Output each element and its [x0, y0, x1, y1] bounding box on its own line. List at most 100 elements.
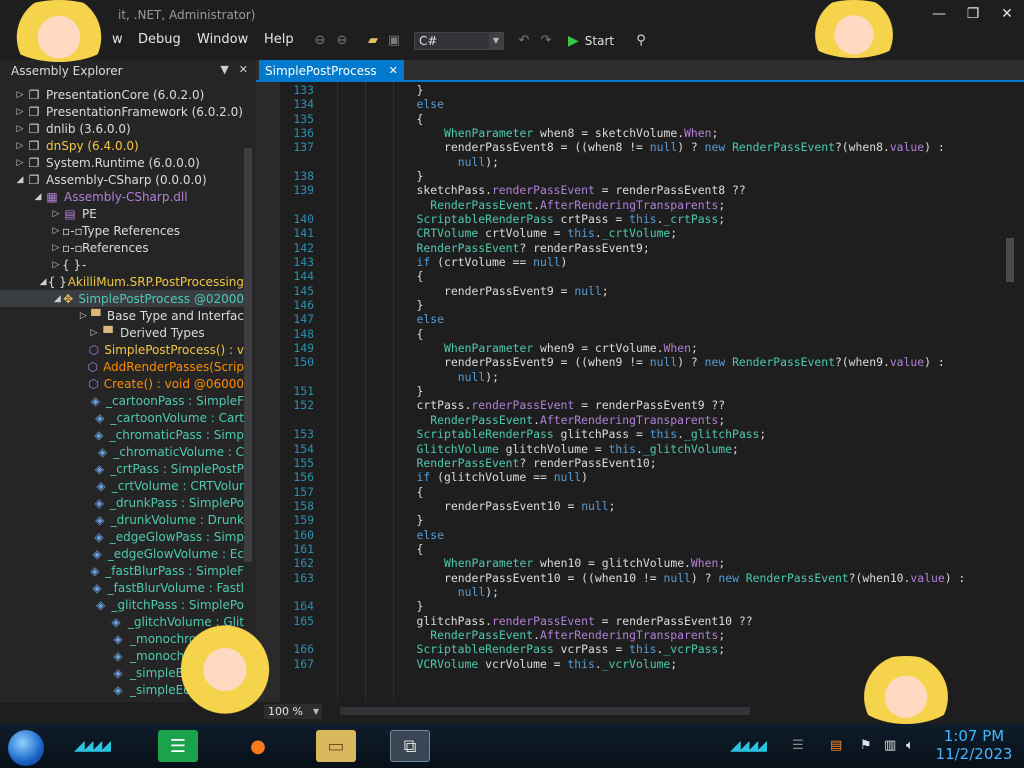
collapse-arrow-icon[interactable]: ◢	[32, 192, 44, 202]
firefox-icon[interactable]: ●	[238, 730, 278, 762]
tree-item[interactable]: ◢ ✥ SimplePostProcess @02000	[0, 290, 244, 307]
assembly-explorer-title: Assembly Explorer	[11, 64, 123, 78]
tree-item[interactable]: ▷ ▫-▫ Type References	[0, 222, 244, 239]
expand-arrow-icon[interactable]: ▷	[14, 141, 26, 151]
editor-horizontal-scrollbar[interactable]	[340, 707, 750, 715]
field-icon: ◈	[113, 682, 123, 697]
tree-item[interactable]: ▷ ▀ Base Type and Interfac	[0, 307, 244, 324]
tree-item[interactable]: ▷ ▀ Derived Types	[0, 324, 244, 341]
tree-item[interactable]: ◈ _edgeGlowVolume : Ec	[0, 545, 244, 562]
taskbar-clock[interactable]: 1:07 PM 11/2/2023	[930, 727, 1018, 763]
tab-close-icon[interactable]: ✕	[389, 60, 398, 82]
dnspy-taskbar-icon[interactable]: ⧉	[390, 730, 430, 762]
expand-arrow-icon[interactable]: ▷	[14, 90, 26, 100]
indent-guide	[365, 82, 366, 702]
tree-item-label: _cartoonPass : SimpleF	[106, 393, 244, 408]
tree-item[interactable]: ◈ _fastBlurVolume : Fastl	[0, 579, 244, 596]
zoom-select[interactable]: 100 % ▼	[264, 704, 322, 719]
dnspy-window: it, .NET, Administrator) — ❐ ✕ w Debug W…	[0, 0, 1024, 768]
tree-item[interactable]: ▷ ▤ PE	[0, 205, 244, 222]
show-hidden-icons-icon[interactable]: ☰	[792, 738, 804, 753]
field-icon: ◈	[94, 495, 104, 510]
tree-item[interactable]: ◈ _cartoonPass : SimpleF	[0, 392, 244, 409]
tree-item[interactable]: ▷ ❐ PresentationCore (6.0.2.0)	[0, 86, 244, 103]
line-number: 150	[293, 355, 314, 370]
expand-arrow-icon[interactable]: ▷	[50, 209, 62, 219]
network-icon[interactable]: ▥	[884, 738, 896, 753]
tab-simplepostprocess[interactable]: SimplePostProcess ✕	[259, 60, 404, 82]
tree-item-label: -	[82, 257, 87, 272]
collapse-arrow-icon[interactable]: ◢	[38, 277, 47, 287]
tree-item[interactable]: ◈ _drunkPass : SimplePo	[0, 494, 244, 511]
tree-item[interactable]: ⬡ AddRenderPasses(Scrip	[0, 358, 244, 375]
open-folder-icon[interactable]: ▰	[364, 33, 382, 49]
code-text: {	[416, 326, 424, 341]
tray-app-icon[interactable]: ▤	[830, 738, 842, 753]
indent-guide	[337, 82, 338, 702]
tree-item[interactable]: ◈ _chromaticVolume : C	[0, 443, 244, 460]
collapse-arrow-icon[interactable]: ◢	[53, 294, 62, 304]
expand-arrow-icon[interactable]: ▷	[14, 158, 26, 168]
tree-item[interactable]: ⬡ SimplePostProcess() : v	[0, 341, 244, 358]
nav-back-icon[interactable]: ⊖	[311, 33, 329, 49]
tree-item[interactable]: ◢ ❐ Assembly-CSharp (0.0.0.0)	[0, 171, 244, 188]
expand-arrow-icon[interactable]: ▷	[50, 260, 62, 270]
tree-item-label: Base Type and Interfac	[106, 308, 244, 323]
field-icon: ◈	[94, 427, 104, 442]
tree-item[interactable]: ▷ ❐ dnSpy (6.4.0.0)	[0, 137, 244, 154]
character-sticker-image	[800, 0, 908, 58]
character-sticker-image	[850, 656, 962, 724]
tree-item[interactable]: ◈ _crtPass : SimplePostP	[0, 460, 244, 477]
nav-forward-icon[interactable]: ⊖	[333, 33, 351, 49]
expand-arrow-icon[interactable]: ▷	[14, 107, 26, 117]
tree-item[interactable]: ◈ _fastBlurPass : SimpleF	[0, 562, 244, 579]
tree-item[interactable]: ◈ _crtVolume : CRTVolur	[0, 477, 244, 494]
expand-arrow-icon[interactable]: ▷	[78, 311, 89, 321]
menu-window[interactable]: Window	[197, 30, 248, 50]
tree-item[interactable]: ▷ ❐ System.Runtime (6.0.0.0)	[0, 154, 244, 171]
expand-arrow-icon[interactable]: ▷	[88, 328, 100, 338]
search-icon[interactable]: ⚲	[632, 33, 650, 49]
tree-item[interactable]: ◈ _drunkVolume : Drunk	[0, 511, 244, 528]
expand-arrow-icon[interactable]: ▷	[50, 226, 62, 236]
tree-item[interactable]: ▷ ❐ dnlib (3.6.0.0)	[0, 120, 244, 137]
tree-item[interactable]: ◈ _chromaticPass : Simp	[0, 426, 244, 443]
tree-item[interactable]: ⬡ Create() : void @06000	[0, 375, 244, 392]
expand-arrow-icon[interactable]: ▷	[14, 124, 26, 134]
explorer-vertical-scrollbar[interactable]	[244, 148, 252, 562]
flag-icon[interactable]: ⚑	[860, 738, 872, 753]
language-select[interactable]: C# ▼	[414, 32, 504, 50]
tree-item[interactable]: ◈ _cartoonVolume : Cart	[0, 409, 244, 426]
panel-close-icon[interactable]: ✕	[239, 63, 248, 76]
tree-item[interactable]: ▷{ } -	[0, 256, 244, 273]
code-text: null);	[457, 369, 499, 384]
tree-item[interactable]: ◈ _edgeGlowPass : Simp	[0, 528, 244, 545]
maximize-button[interactable]: ❐	[956, 0, 990, 28]
tree-item[interactable]: ◢{ } AkilliMum.SRP.PostProcessing	[0, 273, 244, 290]
start-orb-icon[interactable]	[8, 730, 44, 766]
save-icon[interactable]: ▣	[385, 33, 403, 49]
field-icon: ◈	[92, 546, 102, 561]
redo-icon[interactable]: ↷	[537, 33, 555, 49]
undo-icon[interactable]: ↶	[515, 33, 533, 49]
collapse-arrow-icon[interactable]: ◢	[14, 175, 26, 185]
tree-item[interactable]: ◢ ▦ Assembly-CSharp.dll	[0, 188, 244, 205]
assembly-tree: ▷ ❐ PresentationCore (6.0.2.0) ▷ ❐ Presentati…	[0, 82, 244, 702]
volume-icon[interactable]: 🔈︎	[906, 738, 914, 753]
reference-icon: ▫-▫	[62, 223, 83, 238]
tree-item[interactable]: ▷ ❐ PresentationFramework (6.0.2.0)	[0, 103, 244, 120]
tree-item[interactable]: ▷ ▫-▫ References	[0, 239, 244, 256]
expand-arrow-icon[interactable]: ▷	[50, 243, 62, 253]
start-debug-button[interactable]: ▶ Start	[568, 32, 614, 50]
menu-help[interactable]: Help	[264, 30, 294, 50]
dropdown-icon[interactable]: ▼	[220, 63, 228, 76]
file-explorer-icon[interactable]: ▭	[316, 730, 356, 762]
code-text: renderPassEvent10 = ((when10 != null) ? …	[444, 570, 966, 585]
editor-vertical-scrollbar[interactable]	[1006, 238, 1014, 282]
notes-app-icon[interactable]: ☰	[158, 730, 198, 762]
minimize-button[interactable]: —	[922, 0, 956, 28]
menu-debug[interactable]: Debug	[138, 30, 181, 50]
tree-item[interactable]: ◈ _glitchPass : SimplePo	[0, 596, 244, 613]
close-button[interactable]: ✕	[990, 0, 1024, 28]
code-editor[interactable]: 133} 134 else 135{136 WhenParameter when8 = …	[256, 82, 1024, 702]
